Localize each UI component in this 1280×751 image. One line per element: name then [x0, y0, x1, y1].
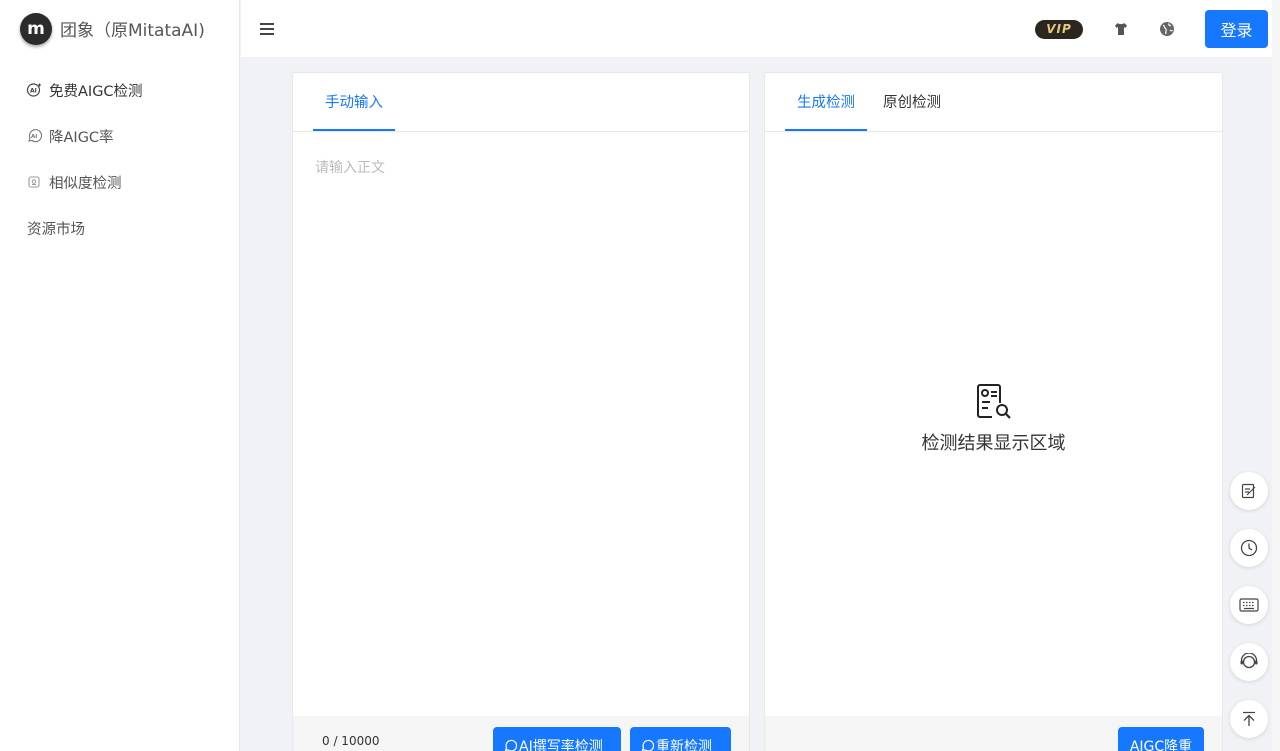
text-input[interactable]	[315, 157, 725, 697]
sidebar-item-label: 免费AIGC检测	[49, 83, 143, 100]
tab-generation-detect[interactable]: 生成检测	[785, 73, 867, 131]
float-toolbar	[1230, 472, 1268, 751]
result-tabs: 生成检测 原创检测	[765, 73, 1222, 132]
brand-name: 团象（原MitataAI)	[60, 21, 205, 41]
top-header: VIP 登录	[241, 0, 1280, 57]
tab-originality-detect[interactable]: 原创检测	[871, 73, 953, 131]
ai-check-button[interactable]: AI撰写率检测	[493, 727, 621, 751]
globe-icon[interactable]	[1159, 21, 1175, 37]
logo-icon: m	[20, 12, 52, 45]
result-footer: AIGC降重	[765, 716, 1222, 751]
input-tabs: 手动输入	[293, 73, 749, 132]
header-actions: VIP 登录	[1035, 10, 1268, 48]
sidebar-item-label: 资源市场	[27, 221, 85, 238]
svg-text:AI: AI	[30, 88, 37, 95]
ai-check-label: AI撰写率检测	[519, 739, 603, 751]
aigc-reduce-button[interactable]: AIGC降重	[1118, 727, 1204, 751]
edit-icon[interactable]	[1230, 472, 1268, 510]
result-panel: 生成检测 原创检测 检测结果显示区域 AIGC降重	[764, 72, 1223, 751]
login-button[interactable]: 登录	[1205, 10, 1268, 48]
back-to-top-icon[interactable]	[1230, 700, 1268, 738]
char-counter: 0 / 10000	[322, 734, 380, 748]
empty-result-text: 检测结果显示区域	[921, 433, 1066, 454]
sidebar-item-similarity[interactable]: 相似度检测	[0, 159, 239, 205]
tab-manual-input[interactable]: 手动输入	[313, 73, 395, 131]
input-panel: 手动输入 0 / 10000 AI撰写率检测 重新检测	[292, 72, 750, 751]
ai-plus-icon: AI	[26, 82, 42, 98]
sidebar-nav: AI 免费AIGC检测 AI 降AIGC率 相似度检测 资源市场	[0, 67, 239, 251]
ai-bubble-icon	[641, 739, 654, 751]
menu-icon[interactable]	[260, 20, 278, 38]
empty-result: 检测结果显示区域	[765, 381, 1222, 455]
sidebar-item-resource-market[interactable]: 资源市场	[0, 205, 239, 251]
brand[interactable]: m 团象（原MitataAI)	[0, 0, 239, 57]
sidebar-item-label: 降AIGC率	[49, 129, 114, 146]
shirt-icon[interactable]	[1113, 21, 1129, 37]
scrollbar[interactable]	[1272, 0, 1280, 751]
sidebar-item-reduce-aigc[interactable]: AI 降AIGC率	[0, 113, 239, 159]
input-footer: 0 / 10000 AI撰写率检测 重新检测	[293, 716, 749, 751]
keyboard-icon[interactable]	[1230, 586, 1268, 624]
document-search-icon	[974, 381, 1014, 421]
svg-text:AI: AI	[31, 134, 37, 140]
vip-badge[interactable]: VIP	[1035, 19, 1083, 39]
recheck-label: 重新检测	[656, 739, 712, 751]
sidebar-item-free-aigc-detect[interactable]: AI 免费AIGC检测	[0, 67, 239, 113]
sidebar-item-label: 相似度检测	[49, 175, 122, 192]
support-icon[interactable]	[1230, 643, 1268, 681]
sidebar: m 团象（原MitataAI) AI 免费AIGC检测 AI 降AIGC率 相似…	[0, 0, 240, 751]
similarity-icon	[26, 174, 42, 190]
ai-bubble-icon	[504, 739, 517, 751]
clock-icon[interactable]	[1230, 529, 1268, 567]
recheck-button[interactable]: 重新检测	[630, 727, 731, 751]
ai-bubble-icon: AI	[26, 128, 42, 144]
